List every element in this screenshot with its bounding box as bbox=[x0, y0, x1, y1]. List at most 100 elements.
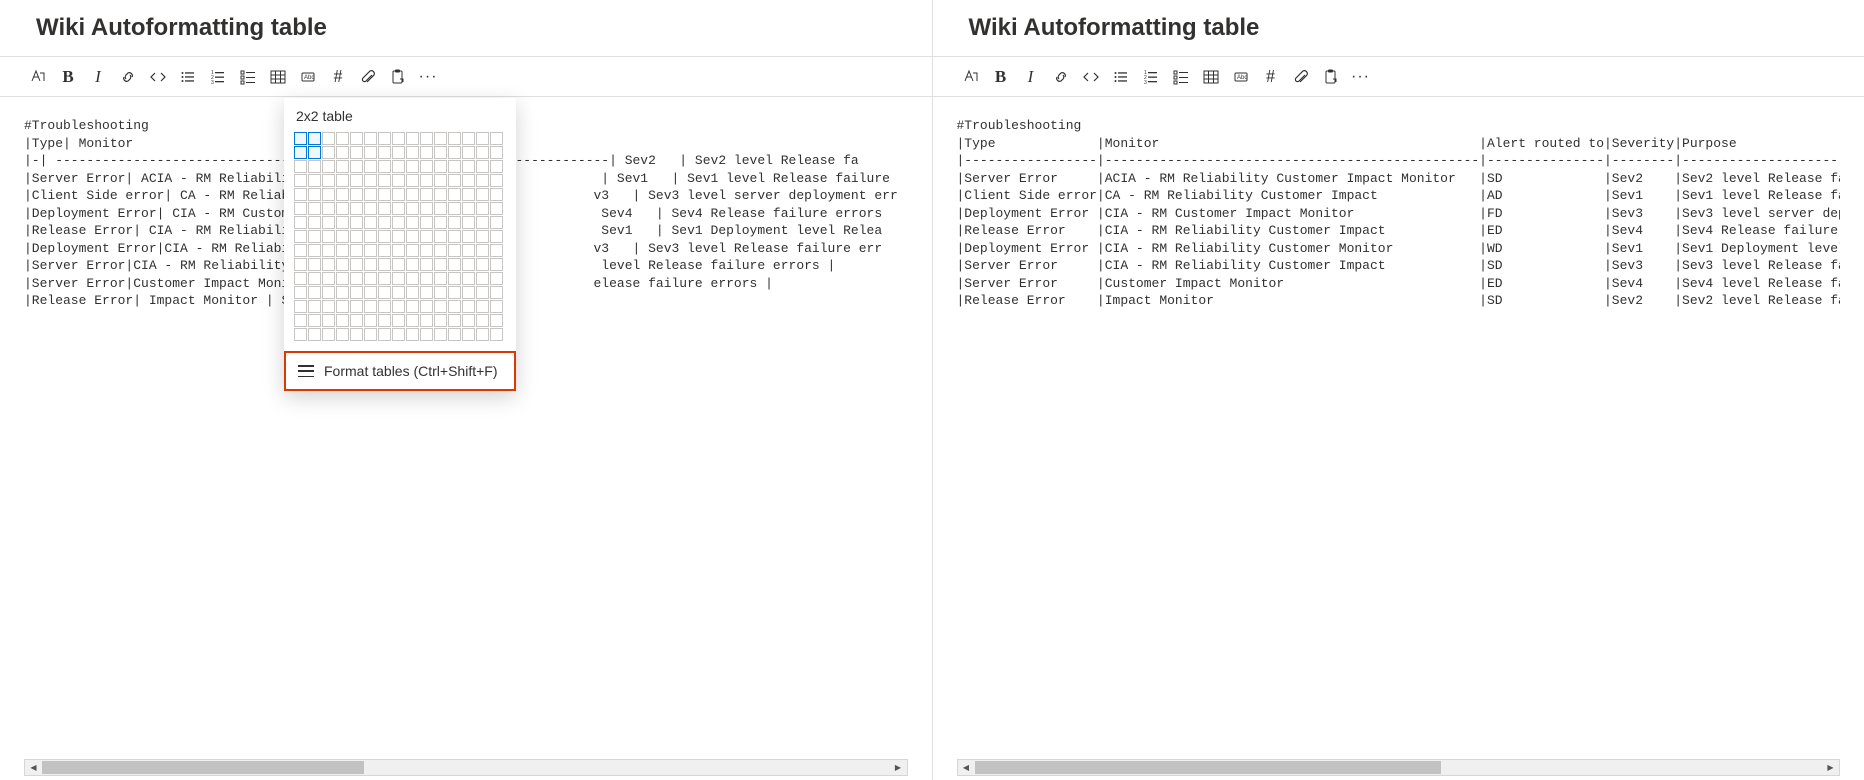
table-grid-cell[interactable] bbox=[322, 132, 335, 145]
table-grid-cell[interactable] bbox=[350, 300, 363, 313]
table-grid-cell[interactable] bbox=[462, 202, 475, 215]
mention-button[interactable]: Abc bbox=[294, 63, 322, 91]
table-grid-cell[interactable] bbox=[392, 132, 405, 145]
table-grid-cell[interactable] bbox=[448, 174, 461, 187]
paste-button[interactable] bbox=[1317, 63, 1345, 91]
table-grid-cell[interactable] bbox=[434, 230, 447, 243]
table-grid-cell[interactable] bbox=[420, 328, 433, 341]
table-grid-cell[interactable] bbox=[406, 146, 419, 159]
table-grid-cell[interactable] bbox=[364, 188, 377, 201]
table-grid-cell[interactable] bbox=[392, 300, 405, 313]
table-grid-cell[interactable] bbox=[420, 202, 433, 215]
table-grid-cell[interactable] bbox=[476, 244, 489, 257]
table-grid-cell[interactable] bbox=[350, 188, 363, 201]
table-grid-cell[interactable] bbox=[420, 216, 433, 229]
table-grid-cell[interactable] bbox=[406, 244, 419, 257]
checklist-button[interactable] bbox=[1167, 63, 1195, 91]
table-grid-cell[interactable] bbox=[364, 230, 377, 243]
table-grid-cell[interactable] bbox=[336, 300, 349, 313]
table-grid-cell[interactable] bbox=[476, 272, 489, 285]
table-grid-cell[interactable] bbox=[392, 258, 405, 271]
table-grid-cell[interactable] bbox=[364, 174, 377, 187]
table-grid-cell[interactable] bbox=[294, 328, 307, 341]
table-grid-cell[interactable] bbox=[462, 300, 475, 313]
table-grid-cell[interactable] bbox=[448, 258, 461, 271]
table-grid-cell[interactable] bbox=[476, 160, 489, 173]
table-grid-cell[interactable] bbox=[364, 160, 377, 173]
table-grid-cell[interactable] bbox=[490, 216, 503, 229]
table-grid-cell[interactable] bbox=[448, 286, 461, 299]
table-grid-cell[interactable] bbox=[336, 188, 349, 201]
table-grid-cell[interactable] bbox=[420, 188, 433, 201]
table-grid-cell[interactable] bbox=[406, 272, 419, 285]
table-grid-cell[interactable] bbox=[462, 328, 475, 341]
table-grid-cell[interactable] bbox=[420, 244, 433, 257]
table-grid-cell[interactable] bbox=[336, 258, 349, 271]
table-grid-cell[interactable] bbox=[350, 258, 363, 271]
table-grid-cell[interactable] bbox=[434, 314, 447, 327]
table-grid-cell[interactable] bbox=[294, 244, 307, 257]
table-grid-cell[interactable] bbox=[294, 188, 307, 201]
table-grid-cell[interactable] bbox=[364, 202, 377, 215]
table-grid-cell[interactable] bbox=[336, 146, 349, 159]
text-format-icon[interactable] bbox=[957, 63, 985, 91]
scroll-thumb[interactable] bbox=[42, 761, 364, 774]
table-grid-cell[interactable] bbox=[364, 216, 377, 229]
table-grid-cell[interactable] bbox=[406, 230, 419, 243]
more-button[interactable]: ··· bbox=[414, 63, 442, 91]
table-grid-cell[interactable] bbox=[350, 314, 363, 327]
table-grid-cell[interactable] bbox=[476, 132, 489, 145]
table-grid-cell[interactable] bbox=[420, 132, 433, 145]
table-grid-cell[interactable] bbox=[448, 216, 461, 229]
table-grid-cell[interactable] bbox=[462, 160, 475, 173]
table-grid-cell[interactable] bbox=[490, 272, 503, 285]
table-grid-cell[interactable] bbox=[294, 258, 307, 271]
table-grid-cell[interactable] bbox=[448, 230, 461, 243]
table-grid-cell[interactable] bbox=[434, 272, 447, 285]
table-grid-cell[interactable] bbox=[378, 300, 391, 313]
table-grid-cell[interactable] bbox=[462, 314, 475, 327]
table-grid-cell[interactable] bbox=[476, 202, 489, 215]
table-grid-cell[interactable] bbox=[462, 230, 475, 243]
table-grid-cell[interactable] bbox=[350, 286, 363, 299]
table-grid-cell[interactable] bbox=[392, 160, 405, 173]
table-grid-cell[interactable] bbox=[322, 146, 335, 159]
scroll-track[interactable] bbox=[42, 760, 890, 775]
table-grid-cell[interactable] bbox=[322, 160, 335, 173]
table-grid-cell[interactable] bbox=[308, 188, 321, 201]
checklist-button[interactable] bbox=[234, 63, 262, 91]
table-grid-cell[interactable] bbox=[364, 300, 377, 313]
paste-button[interactable] bbox=[384, 63, 412, 91]
table-grid-cell[interactable] bbox=[294, 132, 307, 145]
table-grid-cell[interactable] bbox=[434, 328, 447, 341]
table-grid-cell[interactable] bbox=[490, 300, 503, 313]
table-grid-cell[interactable] bbox=[476, 174, 489, 187]
table-grid-cell[interactable] bbox=[294, 272, 307, 285]
table-grid-cell[interactable] bbox=[462, 188, 475, 201]
table-grid-cell[interactable] bbox=[406, 132, 419, 145]
table-grid-cell[interactable] bbox=[364, 258, 377, 271]
markdown-editor[interactable]: #Troubleshooting |Type |Monitor |Alert r… bbox=[957, 117, 1841, 780]
table-grid-cell[interactable] bbox=[406, 286, 419, 299]
table-grid-cell[interactable] bbox=[350, 160, 363, 173]
hash-button[interactable]: # bbox=[324, 63, 352, 91]
table-grid-cell[interactable] bbox=[476, 188, 489, 201]
table-button[interactable] bbox=[264, 63, 292, 91]
table-grid-cell[interactable] bbox=[462, 132, 475, 145]
table-grid-cell[interactable] bbox=[308, 244, 321, 257]
table-grid-cell[interactable] bbox=[448, 272, 461, 285]
table-grid-cell[interactable] bbox=[490, 314, 503, 327]
table-grid-cell[interactable] bbox=[378, 146, 391, 159]
table-grid-cell[interactable] bbox=[294, 314, 307, 327]
table-grid-cell[interactable] bbox=[378, 216, 391, 229]
table-grid-cell[interactable] bbox=[336, 314, 349, 327]
scroll-right-arrow[interactable]: ▶ bbox=[890, 760, 907, 775]
table-size-grid[interactable] bbox=[284, 132, 516, 351]
scroll-left-arrow[interactable]: ◀ bbox=[958, 760, 975, 775]
table-grid-cell[interactable] bbox=[434, 300, 447, 313]
table-grid-cell[interactable] bbox=[476, 146, 489, 159]
table-grid-cell[interactable] bbox=[476, 216, 489, 229]
table-grid-cell[interactable] bbox=[420, 230, 433, 243]
table-grid-cell[interactable] bbox=[462, 258, 475, 271]
table-grid-cell[interactable] bbox=[420, 286, 433, 299]
